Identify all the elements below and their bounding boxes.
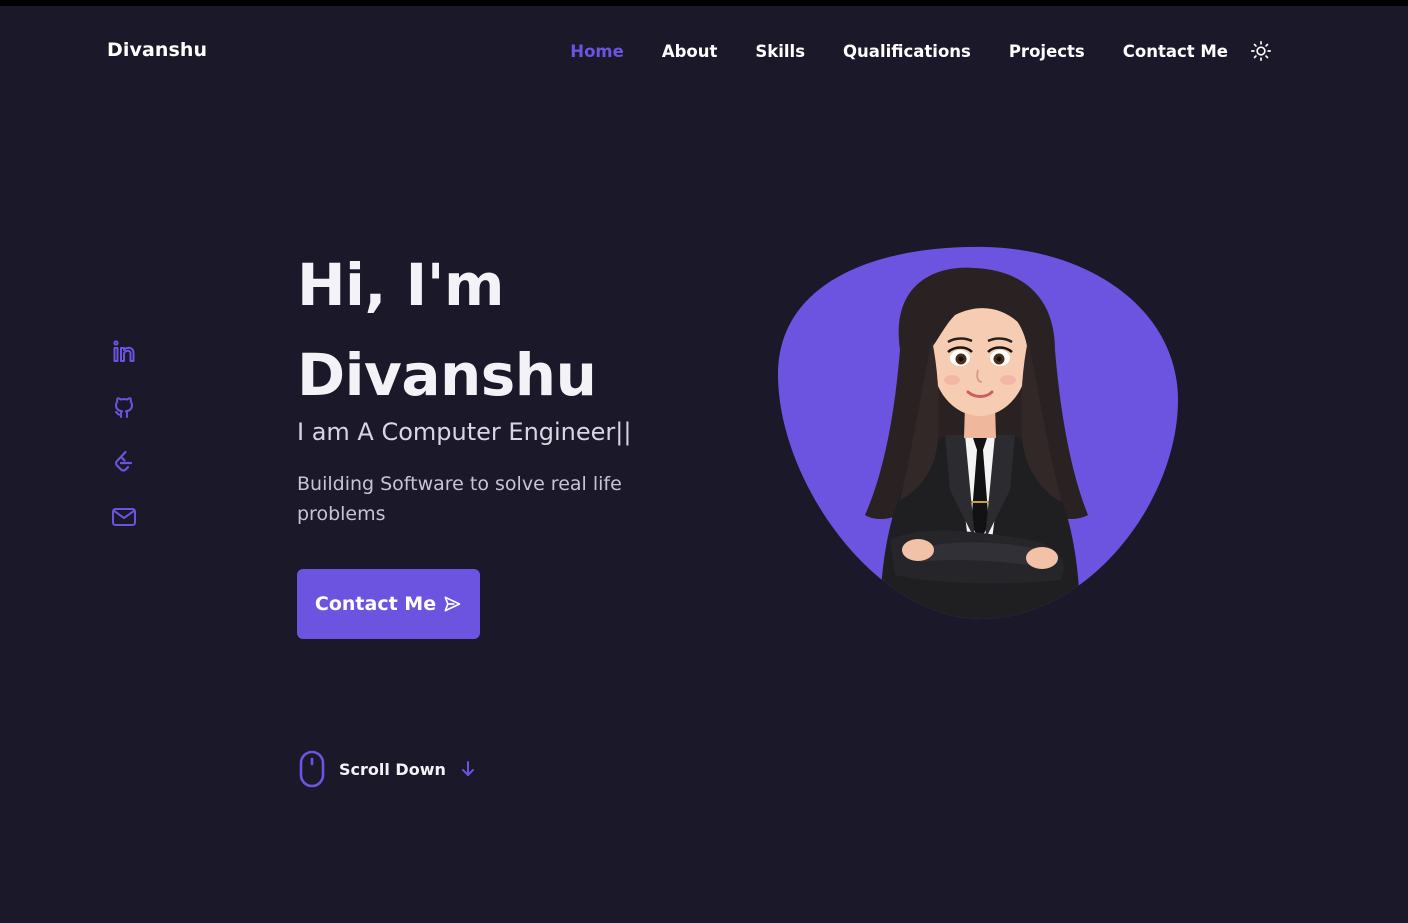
brand-logo[interactable]: Divanshu	[107, 39, 207, 61]
mail-icon[interactable]	[110, 503, 138, 531]
hero-title-line2: Divanshu	[297, 341, 597, 409]
hero-title: Hi, I'm Divanshu	[297, 240, 597, 420]
hero-title-line1: Hi, I'm	[297, 251, 504, 319]
arrow-down-icon	[461, 761, 474, 776]
sun-icon[interactable]	[1250, 40, 1272, 62]
profile-image	[770, 240, 1190, 630]
scroll-down-link[interactable]: Scroll Down	[297, 750, 476, 788]
contact-me-button[interactable]: Contact Me	[297, 569, 480, 639]
nav-contact[interactable]: Contact Me	[1123, 42, 1228, 61]
contact-me-label: Contact Me	[314, 593, 437, 615]
nav-home[interactable]: Home	[570, 42, 624, 61]
nav-about[interactable]: About	[662, 42, 718, 61]
nav-qualifications[interactable]: Qualifications	[843, 42, 971, 61]
hero-description: Building Software to solve real life pro…	[297, 473, 622, 525]
nav-projects[interactable]: Projects	[1009, 42, 1085, 61]
scroll-down-label: Scroll Down	[339, 759, 446, 779]
site-header: Divanshu Home About Skills Qualification…	[0, 6, 1408, 94]
social-links	[110, 338, 140, 558]
linkedin-icon[interactable]	[110, 338, 138, 366]
nav-skills[interactable]: Skills	[755, 42, 805, 61]
hero-subtitle: I am A Computer Engineer||	[297, 418, 632, 446]
leetcode-icon[interactable]	[110, 448, 138, 476]
send-icon	[444, 596, 461, 612]
mouse-icon	[299, 750, 325, 788]
avatar-illustration	[778, 246, 1178, 620]
main-nav: Home About Skills Qualifications Project…	[532, 40, 1272, 62]
github-icon[interactable]	[110, 393, 138, 421]
